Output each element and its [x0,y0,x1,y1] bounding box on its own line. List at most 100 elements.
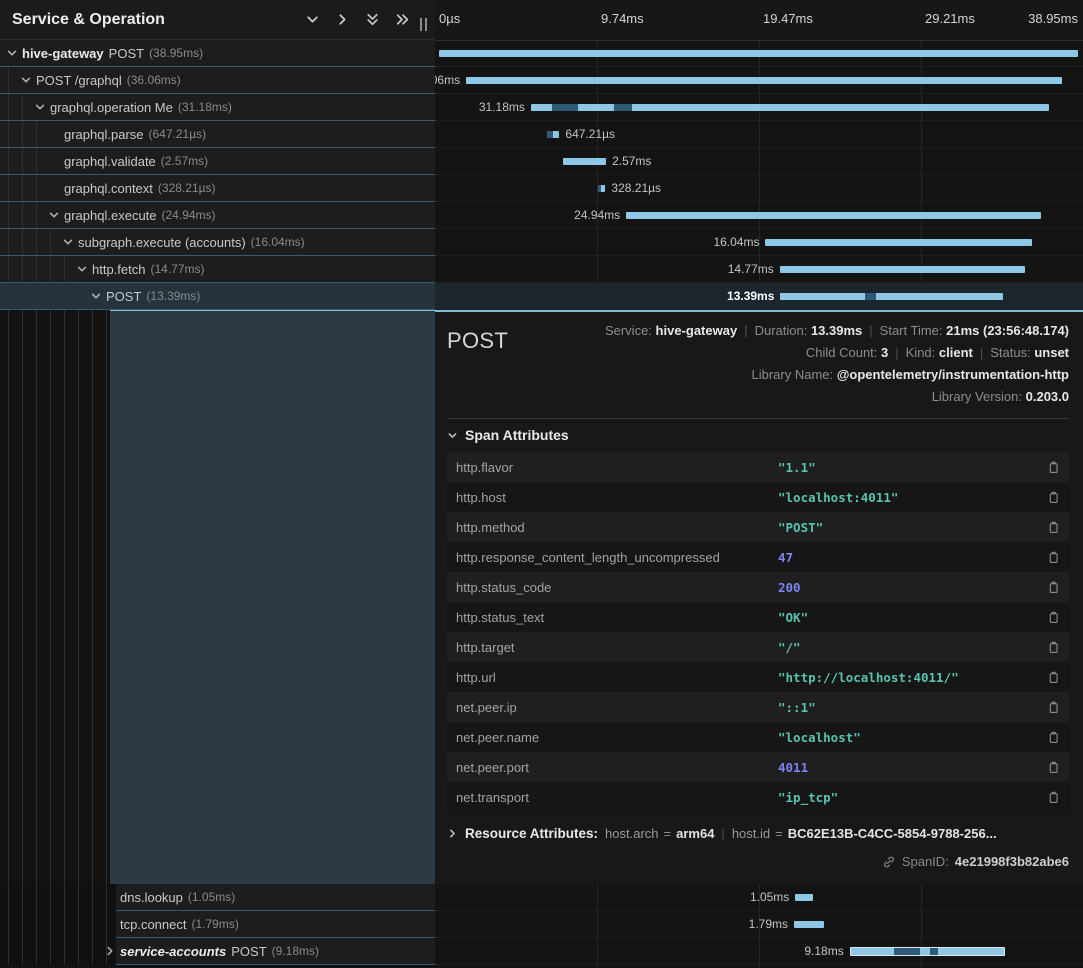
copy-button[interactable] [1044,610,1060,625]
copy-button[interactable] [1044,790,1060,805]
indent-guide [106,310,107,884]
bar-self-time-mark [865,293,876,300]
span-tree-row[interactable]: graphql.execute(24.94ms) [0,202,435,229]
span-bar[interactable] [626,212,1041,219]
indent-guide [36,310,37,884]
chevron-down-icon[interactable] [48,209,62,223]
copy-button[interactable] [1044,490,1060,505]
copy-button[interactable] [1044,670,1060,685]
span-tree-row[interactable]: graphql.validate(2.57ms) [0,148,435,175]
span-tree-row[interactable]: hive-gatewayPOST(38.95ms) [0,40,435,67]
attribute-row: http.status_text"OK" [447,602,1069,632]
waterfall-row[interactable]: 2.57ms [435,148,1083,175]
operation-name: http.fetch [92,262,145,277]
waterfall-row[interactable]: 9.18ms [435,938,1083,965]
span-bar[interactable] [794,921,824,928]
span-tree-row[interactable]: POST(13.39ms) [0,283,435,310]
waterfall-row[interactable]: 328.21µs [435,175,1083,202]
span-tree-row[interactable]: tcp.connect(1.79ms) [0,911,435,938]
chevron-down-icon[interactable] [34,101,48,115]
copy-button[interactable] [1044,760,1060,775]
span-tree-row[interactable]: graphql.parse(647.21µs) [0,121,435,148]
divider [447,418,1069,419]
waterfall-row[interactable]: 31.18ms [435,94,1083,121]
meta-value: @opentelemetry/instrumentation-http [837,367,1069,382]
panel-resize-handle[interactable] [420,18,427,31]
span-attributes-header[interactable]: Span Attributes [447,427,1069,443]
span-attributes-table: http.flavor"1.1"http.host"localhost:4011… [447,452,1069,812]
chevron-down-icon[interactable] [62,236,76,250]
bar-duration-label: 13.39ms [727,283,774,310]
span-tree-row[interactable]: dns.lookup(1.05ms) [0,884,435,911]
chevron-down-icon[interactable] [76,263,90,277]
indent-guide [22,121,23,147]
span-tree-row[interactable]: subgraph.execute (accounts)(16.04ms) [0,229,435,256]
indent-guide [78,911,79,938]
waterfall-row[interactable]: 1.05ms [435,884,1083,911]
resource-attributes-row[interactable]: Resource Attributes: host.arch=arm64|hos… [447,826,1069,841]
indent-guide [64,256,65,282]
copy-button[interactable] [1044,730,1060,745]
collapse-one-button[interactable] [334,12,350,28]
ruler-tick: 9.74ms [601,11,644,26]
span-label: graphql.context(328.21µs) [64,175,431,201]
copy-button[interactable] [1044,700,1060,715]
chevron-down-icon[interactable] [90,290,104,304]
indent-guide [106,911,107,938]
span-duration: (1.79ms) [192,917,239,931]
operation-name: POST [231,944,266,959]
span-bar[interactable] [780,293,1003,300]
meta-label: Kind: [906,345,939,360]
span-bar[interactable] [547,131,559,138]
span-bar[interactable] [466,77,1062,84]
span-tree-row[interactable]: graphql.context(328.21µs) [0,175,435,202]
bar-duration-label: 36.06ms [435,67,460,94]
span-bar[interactable] [850,947,1005,956]
operation-name: POST [106,289,141,304]
copy-icon [1047,670,1060,685]
waterfall-row[interactable]: 36.06ms [435,67,1083,94]
span-tree-row[interactable]: POST /graphql(36.06ms) [0,67,435,94]
attribute-value: 200 [778,580,1044,595]
operation-name: subgraph.execute (accounts) [78,235,246,250]
waterfall-row[interactable]: 16.04ms [435,229,1083,256]
chevron-down-icon[interactable] [20,74,34,88]
copy-button[interactable] [1044,460,1060,475]
chevron-right-icon [447,828,458,839]
waterfall-row[interactable]: 24.94ms [435,202,1083,229]
copy-button[interactable] [1044,640,1060,655]
copy-button[interactable] [1044,520,1060,535]
waterfall-row[interactable]: 13.39ms [435,283,1083,310]
span-tree-row[interactable]: graphql.operation Me(31.18ms) [0,94,435,121]
chevron-down-icon[interactable] [6,47,20,61]
span-bar[interactable] [531,104,1049,111]
span-bar[interactable] [780,266,1026,273]
copy-button[interactable] [1044,580,1060,595]
span-bar[interactable] [598,185,606,192]
timeline-ruler: 0µs 9.74ms 19.47ms 29.21ms 38.95ms [435,0,1083,41]
span-duration: (14.77ms) [150,262,204,276]
expand-one-button[interactable] [304,12,320,28]
span-tree-row[interactable]: service-accountsPOST(9.18ms) [0,938,435,965]
waterfall-row[interactable]: 1.79ms [435,911,1083,938]
chevron-right-icon[interactable] [104,945,118,959]
equals-sign: = [664,826,672,841]
link-icon[interactable] [882,855,896,869]
indent-guide [8,911,9,938]
waterfall-row[interactable]: 14.77ms [435,256,1083,283]
span-bar[interactable] [795,894,813,901]
span-detail-panel: POST Service: hive-gateway|Duration: 13.… [435,310,1083,884]
expand-all-button[interactable] [364,12,380,28]
indent-guide [8,94,9,120]
waterfall-row[interactable]: 647.21µs [435,121,1083,148]
span-bar[interactable] [563,158,606,165]
span-bar[interactable] [439,50,1078,57]
span-tree-row[interactable]: http.fetch (14.77ms) [0,256,435,283]
collapse-all-button[interactable] [394,12,410,28]
copy-button[interactable] [1044,550,1060,565]
waterfall-row[interactable] [435,40,1083,67]
detail-meta: Service: hive-gateway|Duration: 13.39ms|… [605,320,1069,408]
operation-name: dns.lookup [120,890,183,905]
operation-name: POST /graphql [36,73,122,88]
span-bar[interactable] [765,239,1032,246]
